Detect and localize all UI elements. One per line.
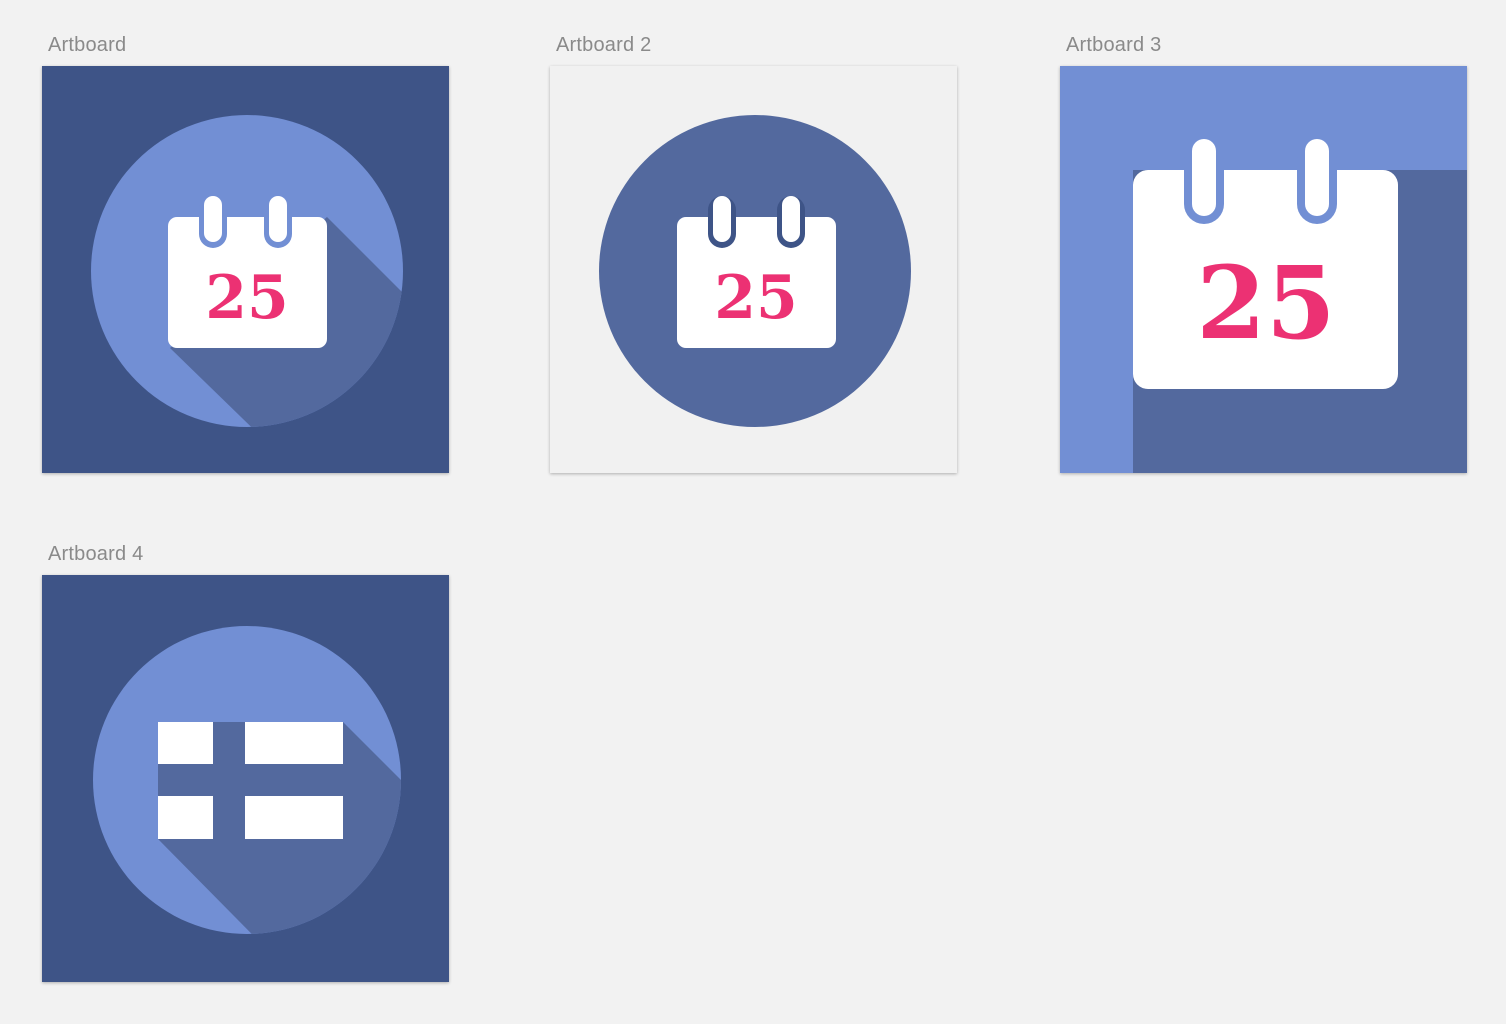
artboard-1-graphic: 25 (42, 66, 449, 473)
artboard-3[interactable]: 25 (1060, 66, 1467, 473)
artboard-1-label[interactable]: Artboard (48, 34, 126, 57)
design-canvas[interactable]: Artboard 25 Artboard 2 25 Artboard 3 25 … (0, 0, 1506, 1024)
artboard-4[interactable] (42, 575, 449, 982)
calendar-icon: 25 (677, 196, 836, 348)
artboard-1[interactable]: 25 (42, 66, 449, 473)
artboard-2[interactable]: 25 (550, 66, 957, 473)
calendar-date: 25 (205, 263, 289, 333)
finland-flag-icon (158, 722, 343, 839)
calendar-icon: 25 (1133, 139, 1398, 389)
artboard-2-graphic: 25 (550, 66, 957, 473)
artboard-4-graphic (42, 575, 449, 982)
calendar-date: 25 (714, 263, 798, 333)
calendar-date: 25 (1196, 244, 1335, 362)
artboard-3-label[interactable]: Artboard 3 (1066, 34, 1161, 57)
artboard-2-label[interactable]: Artboard 2 (556, 34, 651, 57)
artboard-4-label[interactable]: Artboard 4 (48, 543, 143, 566)
calendar-icon: 25 (168, 196, 327, 348)
artboard-3-graphic: 25 (1060, 66, 1467, 473)
